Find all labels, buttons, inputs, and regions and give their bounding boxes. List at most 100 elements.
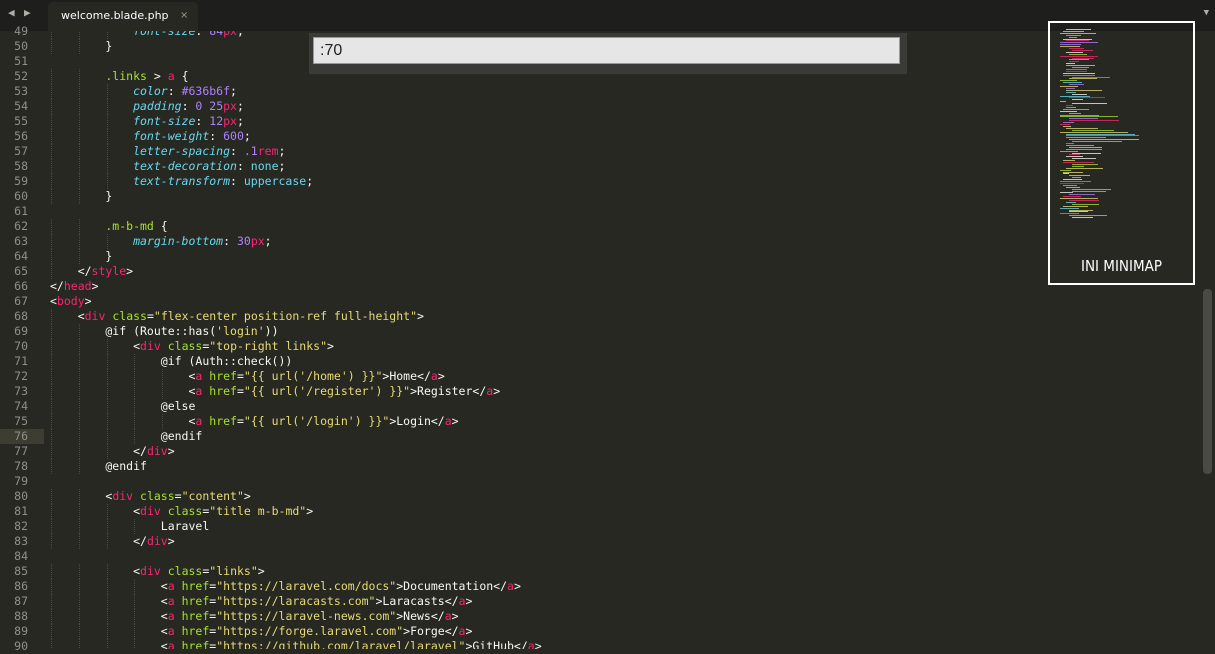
code-line[interactable]: @if (Route::has('login')) xyxy=(50,324,278,339)
indent-guide xyxy=(78,324,80,339)
code-token: href xyxy=(209,414,237,428)
code-line[interactable]: <a href="https://github.com/laravel/lara… xyxy=(50,639,542,649)
code-line[interactable]: text-transform: uppercase; xyxy=(50,174,313,189)
minimap-code-line xyxy=(1066,34,1081,36)
code-line[interactable]: margin-bottom: 30px; xyxy=(50,234,272,249)
code-token: >GitHub</ xyxy=(465,639,528,649)
indent-guide xyxy=(162,369,164,384)
line-number: 65 xyxy=(14,264,28,278)
code-line[interactable]: } xyxy=(50,249,112,264)
code-token: } xyxy=(50,189,113,203)
code-token: : xyxy=(230,174,244,188)
code-line[interactable]: font-weight: 600; xyxy=(50,129,251,144)
code-editor[interactable]: 49 50 51 52 53 54 55 56 57 58 59 60 61 62 63 64 65 66 67 68… xyxy=(0,24,1215,653)
code-token: px xyxy=(250,234,265,248)
code-line[interactable]: letter-spacing: .1rem; xyxy=(50,144,285,159)
minimap-code-line xyxy=(1060,44,1081,46)
minimap-code-line xyxy=(1072,76,1110,78)
code-token: { xyxy=(174,69,189,83)
line-number: 55 xyxy=(14,114,28,128)
indent-guide xyxy=(51,129,52,144)
line-number: 80 xyxy=(14,489,28,503)
code-token: > xyxy=(84,294,92,308)
back-arrow-icon[interactable]: ◀ xyxy=(8,6,15,20)
code-line[interactable]: Laravel xyxy=(50,519,209,534)
code-line[interactable]: <body> xyxy=(50,294,92,309)
tab-welcome-blade-php[interactable]: welcome.blade.php × xyxy=(48,2,198,31)
code-token: < xyxy=(50,504,141,518)
code-line[interactable]: <a href="https://laracasts.com">Laracast… xyxy=(50,594,473,609)
code-line[interactable]: <div class="top-right links"> xyxy=(50,339,334,354)
goto-line-input[interactable]: :70 xyxy=(313,37,900,64)
code-token: = xyxy=(236,384,244,398)
code-line[interactable]: <div class="flex-center position-ref ful… xyxy=(50,309,424,324)
code-line[interactable]: </head> xyxy=(50,279,99,294)
minimap-code-line xyxy=(1072,49,1093,51)
code-area[interactable]: font-size: 84px; } .links > a { color: #… xyxy=(50,31,1040,649)
code-line[interactable]: <a href="{{ url('/home') }}">Home</a> xyxy=(50,369,444,384)
minimap-code-line xyxy=(1066,137,1106,139)
indent-guide xyxy=(78,459,80,474)
vertical-scrollbar[interactable] xyxy=(1203,289,1212,474)
line-number: 78 xyxy=(14,459,28,473)
indent-guide xyxy=(78,624,80,639)
code-line[interactable]: <div class="links"> xyxy=(50,564,265,579)
code-token: > xyxy=(243,489,251,503)
code-line[interactable]: } xyxy=(50,39,112,54)
indent-guide xyxy=(51,399,52,414)
code-line[interactable]: .m-b-md { xyxy=(50,219,167,234)
code-token: >News</ xyxy=(396,609,445,623)
code-token: letter-spacing xyxy=(50,144,231,158)
indent-guide xyxy=(78,594,80,609)
minimap-code-line xyxy=(1072,129,1114,131)
code-token: a xyxy=(527,639,535,649)
minimap-code-line xyxy=(1066,133,1135,135)
minimap-code-line xyxy=(1063,82,1082,84)
indent-guide xyxy=(51,339,52,354)
line-number: 58 xyxy=(14,159,28,173)
line-number: 88 xyxy=(14,609,28,623)
code-line[interactable]: <a href="https://laravel.com/docs">Docum… xyxy=(50,579,521,594)
code-line[interactable]: </div> xyxy=(50,444,175,459)
minimap[interactable]: INI MINIMAP xyxy=(1048,21,1195,285)
line-number: 79 xyxy=(14,474,28,488)
code-token: < xyxy=(50,309,85,323)
code-line[interactable]: <div class="title m-b-md"> xyxy=(50,504,313,519)
code-line[interactable]: @else xyxy=(50,399,196,414)
minimap-code-line xyxy=(1060,55,1098,57)
code-token: 600 xyxy=(223,129,244,143)
indent-guide xyxy=(134,414,136,429)
goto-line-panel: :70 xyxy=(309,33,907,74)
minimap-code-line xyxy=(1072,203,1099,205)
indent-guide xyxy=(106,504,108,519)
indent-guide xyxy=(51,489,52,504)
code-token: "top-right links" xyxy=(209,339,327,353)
tab-close-icon[interactable]: × xyxy=(180,10,188,21)
indent-guide xyxy=(78,159,80,174)
code-token: href xyxy=(181,594,210,608)
code-line[interactable]: </style> xyxy=(50,264,133,279)
code-line[interactable]: <a href="{{ url('/register') }}">Registe… xyxy=(50,384,500,399)
code-line[interactable]: @endif xyxy=(50,459,147,474)
indent-guide xyxy=(106,609,108,624)
tab-dropdown-icon[interactable]: ▼ xyxy=(1204,8,1209,18)
code-line[interactable]: text-decoration: none; xyxy=(50,159,285,174)
code-line[interactable]: @if (Auth::check()) xyxy=(50,354,293,369)
code-line[interactable]: <a href="{{ url('/login') }}">Login</a> xyxy=(50,414,458,429)
code-line[interactable]: </div> xyxy=(50,534,175,549)
code-line[interactable]: <div class="content"> xyxy=(50,489,251,504)
indent-guide xyxy=(106,144,108,159)
indent-guide xyxy=(78,129,80,144)
minimap-code-line xyxy=(1060,182,1084,184)
code-token: body xyxy=(56,294,85,308)
indent-guide xyxy=(51,219,52,234)
indent-guide xyxy=(106,354,108,369)
code-line[interactable]: @endif xyxy=(50,429,203,444)
code-line[interactable]: } xyxy=(50,189,112,204)
code-line[interactable]: <a href="https://forge.laravel.com">Forg… xyxy=(50,624,473,639)
code-line[interactable]: .links > a { xyxy=(50,69,189,84)
forward-arrow-icon[interactable]: ▶ xyxy=(24,6,31,20)
code-line[interactable]: <a href="https://laravel-news.com">News<… xyxy=(50,609,459,624)
code-token: a xyxy=(507,579,514,593)
minimap-code-line xyxy=(1063,108,1089,110)
